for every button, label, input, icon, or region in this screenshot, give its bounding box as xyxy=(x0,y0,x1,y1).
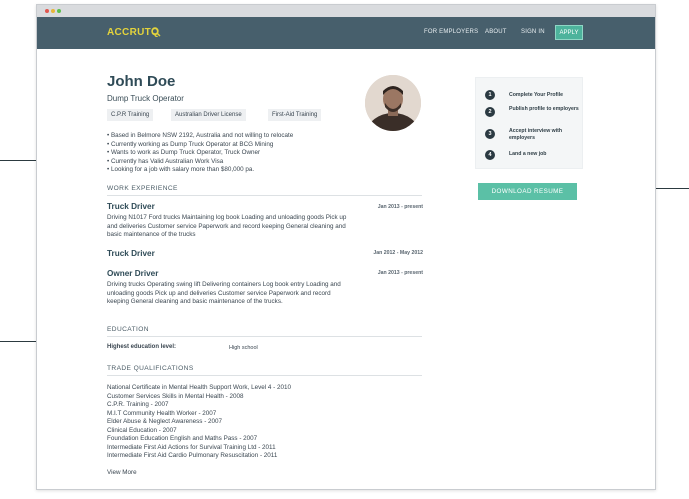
skill-tag: C.P.R Training xyxy=(107,109,154,121)
job-title: Owner Driver xyxy=(107,269,159,278)
qualification-item: National Certificate in Mental Health Su… xyxy=(107,384,291,391)
education-label: Highest education level: xyxy=(107,344,177,350)
top-navbar: ACCRUTQ FOR EMPLOYERS ABOUT SIGN IN APPL… xyxy=(37,17,655,49)
qualification-item: Elder Abuse & Neglect Awareness - 2007 xyxy=(107,418,223,425)
step-label: Complete Your Profile xyxy=(509,92,563,98)
qualification-item: Customer Services Skills in Mental Healt… xyxy=(107,392,244,400)
profile-summary: • Based in Belmore NSW 2192, Australia a… xyxy=(107,132,293,175)
view-more-link[interactable]: View More xyxy=(107,469,137,476)
browser-window: ACCRUTQ FOR EMPLOYERS ABOUT SIGN IN APPL… xyxy=(36,4,656,490)
job-title: Truck Driver xyxy=(107,202,155,211)
summary-item: • Looking for a job with salary more tha… xyxy=(107,166,255,174)
step-number: 3 xyxy=(485,129,495,139)
section-divider xyxy=(107,336,422,337)
qualification-item: M.I.T Community Health Worker - 2007 xyxy=(107,409,217,417)
education-value: High school xyxy=(229,345,258,351)
summary-item: • Currently working as Dump Truck Operat… xyxy=(107,140,274,148)
summary-item: • Based in Belmore NSW 2192, Australia a… xyxy=(107,132,294,139)
window-titlebar xyxy=(37,5,655,17)
skill-tag: Australian Driver License xyxy=(171,109,246,121)
nav-link-sign-in[interactable]: SIGN IN xyxy=(521,29,545,35)
step-label: Publish profile to employers xyxy=(509,106,579,112)
job-description: Driving trucks Operating swing lift Deli… xyxy=(107,281,341,306)
trade-qualifications-heading: TRADE QUALIFICATIONS xyxy=(107,365,194,372)
qualification-item: Clinical Education - 2007 xyxy=(107,426,177,434)
nav-link-for-employers[interactable]: FOR EMPLOYERS xyxy=(424,29,478,35)
qualification-item: Foundation Education English and Maths P… xyxy=(107,435,258,442)
profile-name: John Doe xyxy=(107,73,176,90)
profile-content: John Doe Dump Truck Operator C.P.R Train… xyxy=(37,49,655,489)
apply-button[interactable]: APPLY xyxy=(555,25,583,40)
skill-tag: First-Aid Training xyxy=(268,109,322,121)
profile-role: Dump Truck Operator xyxy=(107,94,184,103)
download-resume-button[interactable]: DOWNLOAD RESUME xyxy=(478,183,577,200)
qualification-item: C.P.R. Training - 2007 xyxy=(107,401,169,408)
summary-item: • Wants to work as Dump Truck Operator, … xyxy=(107,149,261,157)
close-window-icon[interactable] xyxy=(45,9,49,13)
qualification-item: Intermediate First Aid Cardio Pulmonary … xyxy=(107,452,278,459)
work-experience-heading: WORK EXPERIENCE xyxy=(107,185,178,192)
step-label: Land a new job xyxy=(509,151,547,157)
step-number: 1 xyxy=(485,90,495,100)
job-date: Jan 2013 - present xyxy=(377,204,423,210)
maximize-window-icon[interactable] xyxy=(57,9,61,13)
summary-item: • Currently has Valid Australian Work Vi… xyxy=(107,157,224,165)
education-heading: EDUCATION xyxy=(107,326,149,333)
qualification-item: Intermediate First Aid Actions for Survi… xyxy=(107,443,276,451)
minimize-window-icon[interactable] xyxy=(51,9,55,13)
section-divider xyxy=(107,195,422,196)
search-icon xyxy=(151,27,161,37)
onboarding-steps-panel: 1 Complete Your Profile 2 Publish profil… xyxy=(475,77,583,169)
job-description: Driving N1017 Ford trucks Maintaining lo… xyxy=(107,214,347,239)
nav-link-about[interactable]: ABOUT xyxy=(485,29,507,35)
job-title: Truck Driver xyxy=(107,249,155,258)
profile-avatar xyxy=(365,75,421,131)
job-date: Jan 2013 - present xyxy=(377,270,423,276)
job-date: Jan 2012 - May 2012 xyxy=(373,250,423,256)
step-number: 4 xyxy=(485,150,495,160)
section-divider xyxy=(107,375,422,376)
step-label: Accept interview with employers xyxy=(509,128,563,141)
step-number: 2 xyxy=(485,107,495,117)
trade-qualifications-list: National Certificate in Mental Health Su… xyxy=(107,384,291,461)
